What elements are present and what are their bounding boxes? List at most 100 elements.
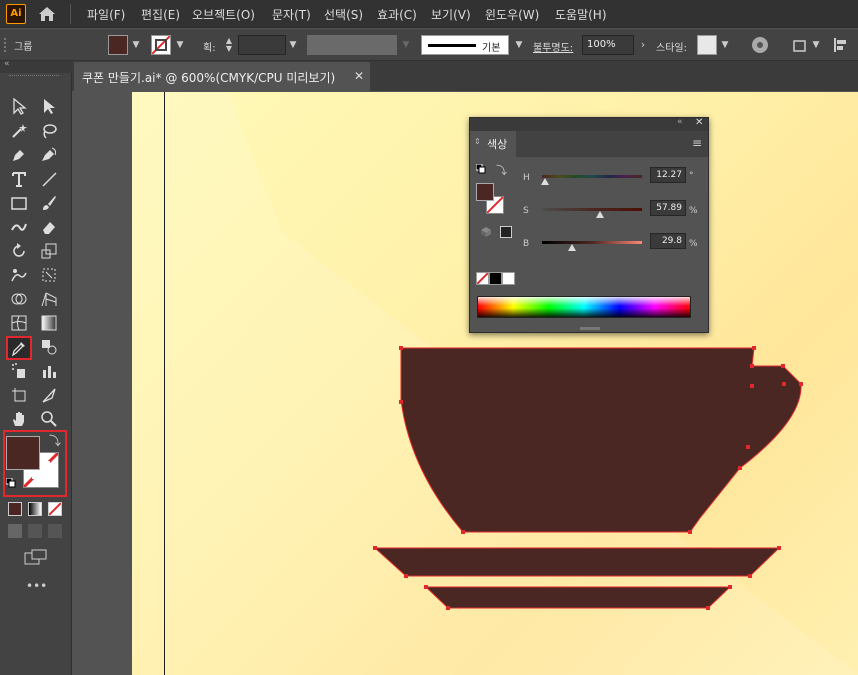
document-tab[interactable]: 쿠폰 만들기.ai* @ 600%(CMYK/CPU 미리보기) ✕: [74, 62, 370, 91]
menu-edit[interactable]: 편집(E): [141, 6, 180, 23]
white-swatch[interactable]: [502, 272, 515, 285]
scale-tool-icon[interactable]: [39, 241, 59, 261]
chevron-down-icon[interactable]: ▼: [718, 38, 732, 52]
shaper-tool-icon[interactable]: [9, 217, 29, 237]
blend-tool-icon[interactable]: [39, 337, 59, 357]
shape-builder-tool-icon[interactable]: [9, 289, 29, 309]
fill-box[interactable]: [476, 183, 494, 201]
lasso-tool-icon[interactable]: [39, 121, 59, 141]
recolor-artwork-icon[interactable]: [750, 35, 770, 55]
saucer-base[interactable]: [426, 587, 730, 608]
canvas[interactable]: [72, 92, 858, 675]
variable-width-profile[interactable]: [307, 35, 397, 55]
tab-color[interactable]: ⇕ 색상: [470, 131, 516, 157]
s-slider-thumb[interactable]: [595, 211, 604, 218]
h-slider[interactable]: [542, 175, 642, 178]
draw-inside-icon[interactable]: [48, 524, 62, 538]
column-graph-tool-icon[interactable]: [39, 361, 59, 381]
more-tools-icon[interactable]: •••: [26, 579, 47, 593]
opacity-label[interactable]: 불투명도:: [533, 39, 573, 54]
eyedropper-tool-icon[interactable]: [6, 336, 32, 360]
color-spectrum[interactable]: [477, 296, 691, 318]
gradient-tool-icon[interactable]: [39, 313, 59, 333]
perspective-grid-tool-icon[interactable]: [39, 289, 59, 309]
chevron-down-icon[interactable]: ▼: [173, 38, 187, 52]
panel-titlebar[interactable]: « ✕: [470, 117, 708, 131]
line-tool-icon[interactable]: [39, 169, 59, 189]
stroke-swatch[interactable]: [151, 35, 171, 55]
web-safe-color-swatch[interactable]: [500, 226, 512, 238]
chevron-down-icon[interactable]: ▼: [129, 38, 143, 52]
resize-handle[interactable]: [580, 327, 600, 330]
chevron-down-icon[interactable]: ▼: [399, 38, 413, 52]
home-icon[interactable]: [37, 4, 57, 24]
magic-wand-tool-icon[interactable]: [9, 121, 29, 141]
none-mode-icon[interactable]: [48, 502, 62, 516]
menu-file[interactable]: 파일(F): [87, 6, 125, 23]
stepper-icon[interactable]: ▲ ▼: [222, 37, 236, 53]
transform-icon[interactable]: [790, 35, 810, 55]
direct-selection-tool-icon[interactable]: [39, 96, 59, 116]
menu-effect[interactable]: 효과(C): [377, 6, 417, 23]
stroke-weight-input[interactable]: [238, 35, 286, 55]
gradient-mode-icon[interactable]: [28, 502, 42, 516]
panel-menu-icon[interactable]: ≡: [692, 136, 702, 150]
b-slider[interactable]: [542, 241, 642, 244]
s-value-input[interactable]: 57.89: [650, 200, 686, 216]
color-mode-icon[interactable]: [8, 502, 22, 516]
selection-tool-icon[interactable]: [9, 96, 29, 116]
screen-mode-icon[interactable]: [24, 549, 48, 565]
swap-fill-stroke-icon[interactable]: ⤵: [49, 432, 61, 449]
default-fill-stroke-icon[interactable]: [475, 163, 486, 174]
s-slider[interactable]: [542, 208, 642, 211]
zoom-tool-icon[interactable]: [39, 409, 59, 429]
menu-view[interactable]: 보기(V): [431, 6, 471, 23]
fill-swatch[interactable]: [108, 35, 128, 55]
chevron-right-icon[interactable]: ›: [636, 38, 650, 52]
menu-type[interactable]: 문자(T): [272, 6, 311, 23]
menu-window[interactable]: 윈도우(W): [485, 6, 539, 23]
menu-select[interactable]: 선택(S): [324, 6, 363, 23]
black-swatch[interactable]: [489, 272, 502, 285]
swap-fill-stroke-icon[interactable]: ⤵: [496, 162, 507, 178]
graphic-style-swatch[interactable]: [697, 35, 717, 55]
opacity-input[interactable]: 100%: [582, 35, 634, 55]
chevron-down-icon[interactable]: ▼: [809, 38, 823, 52]
hand-tool-icon[interactable]: [9, 409, 29, 429]
rectangle-tool-icon[interactable]: [9, 193, 29, 213]
symbol-sprayer-tool-icon[interactable]: [9, 361, 29, 381]
pen-tool-icon[interactable]: [9, 145, 29, 165]
align-icon[interactable]: [830, 35, 850, 55]
cup-body[interactable]: [401, 348, 802, 532]
default-fill-stroke-icon[interactable]: [5, 477, 16, 488]
mesh-tool-icon[interactable]: [9, 313, 29, 333]
chevron-down-icon[interactable]: ▼: [286, 38, 300, 52]
type-tool-icon[interactable]: [9, 169, 29, 189]
fill-stroke-widget[interactable]: ⤵: [3, 430, 67, 497]
grip-handle[interactable]: [4, 38, 6, 52]
draw-behind-icon[interactable]: [28, 524, 42, 538]
stroke-style-dropdown[interactable]: 기본: [421, 35, 509, 55]
close-icon[interactable]: ✕: [354, 69, 364, 83]
slice-tool-icon[interactable]: [39, 385, 59, 405]
h-slider-thumb[interactable]: [541, 178, 550, 185]
grip-handle[interactable]: [9, 75, 59, 78]
rotate-tool-icon[interactable]: [9, 241, 29, 261]
collapse-icon[interactable]: «: [4, 59, 10, 69]
collapse-icon[interactable]: «: [677, 117, 683, 127]
puppet-warp-tool-icon[interactable]: [9, 265, 29, 285]
h-value-input[interactable]: 12.27: [650, 167, 686, 183]
color-panel[interactable]: « ✕ ⇕ 색상 ≡ ⤵ H 12.27 ° S 57.89 % B 29.8 …: [469, 117, 709, 333]
b-slider-thumb[interactable]: [567, 244, 576, 251]
none-swatch[interactable]: [476, 272, 489, 285]
b-value-input[interactable]: 29.8: [650, 233, 686, 249]
draw-normal-icon[interactable]: [8, 524, 22, 538]
eraser-tool-icon[interactable]: [39, 217, 59, 237]
out-of-gamut-icon[interactable]: [480, 226, 492, 238]
paintbrush-tool-icon[interactable]: [39, 193, 59, 213]
fill-box[interactable]: [6, 436, 40, 470]
curvature-tool-icon[interactable]: [39, 145, 59, 165]
menu-help[interactable]: 도움말(H): [555, 6, 607, 23]
menu-object[interactable]: 오브젝트(O): [192, 6, 255, 23]
artboard-tool-icon[interactable]: [9, 385, 29, 405]
